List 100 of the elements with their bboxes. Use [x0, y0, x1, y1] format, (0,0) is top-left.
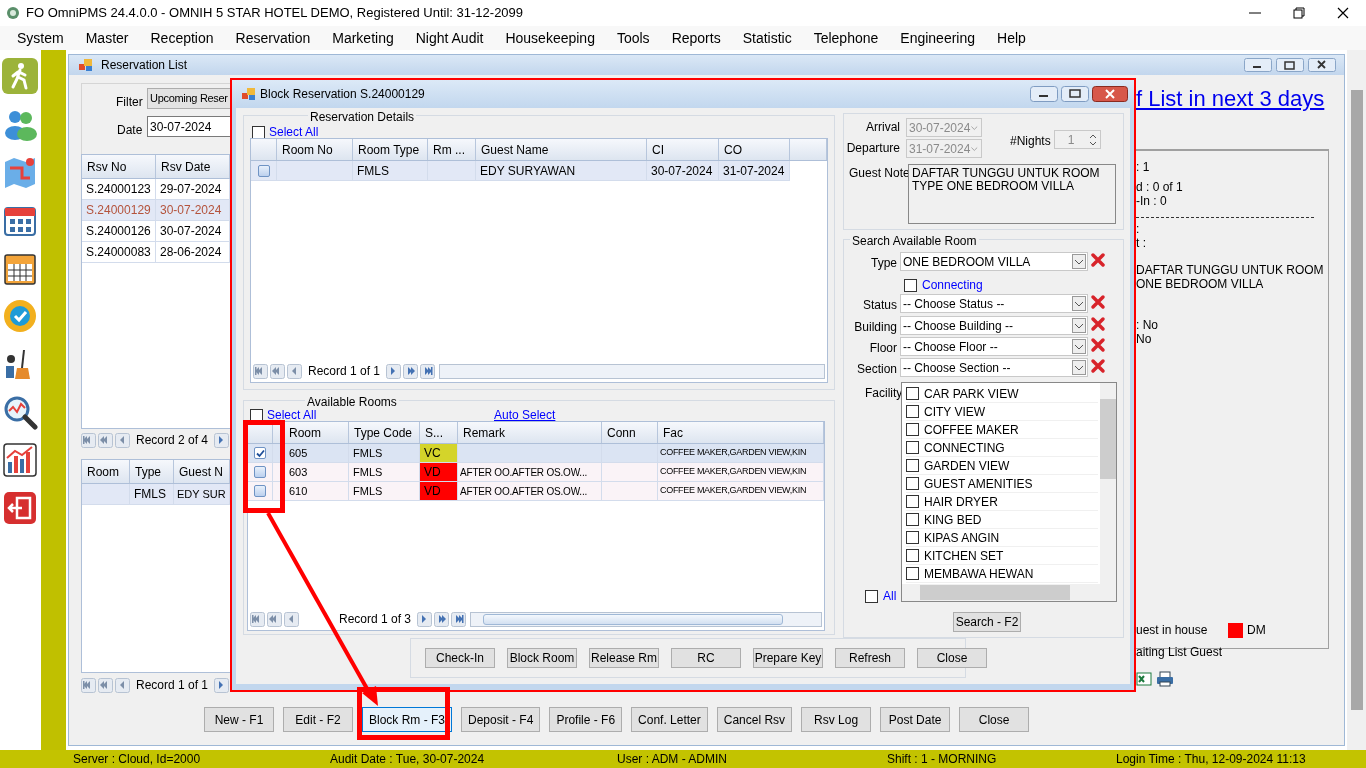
button[interactable]: Release Rm: [589, 648, 659, 668]
dropdown[interactable]: -- Choose Building --: [900, 316, 1088, 335]
checkbox[interactable]: [906, 459, 919, 472]
dropdown[interactable]: -- Choose Status --: [900, 294, 1088, 313]
first-page-icon[interactable]: [250, 611, 265, 627]
previous-page-icon[interactable]: [267, 611, 282, 627]
checkbox[interactable]: [257, 164, 270, 177]
button[interactable]: Profile - F6: [549, 707, 623, 732]
menu-item[interactable]: Statistic: [733, 27, 801, 49]
clear-icon[interactable]: [1090, 358, 1106, 374]
button[interactable]: Cancel Rsv: [716, 707, 793, 732]
menu-item[interactable]: Telephone: [804, 27, 888, 49]
column-header[interactable]: Rsv Date: [156, 155, 230, 178]
clear-icon[interactable]: [1090, 294, 1106, 310]
checkbox-label[interactable]: All: [883, 587, 897, 605]
link[interactable]: Auto Select: [494, 406, 556, 424]
button[interactable]: Close: [917, 648, 987, 668]
previous-icon[interactable]: [287, 363, 302, 379]
filter-dropdown[interactable]: Upcoming Reser: [147, 88, 231, 109]
column-header[interactable]: Guest Name: [476, 139, 647, 160]
table-row[interactable]: S.24000129 30-07-2024: [82, 200, 230, 221]
button[interactable]: Close: [959, 707, 1030, 732]
next-icon[interactable]: [417, 611, 433, 627]
previous-icon[interactable]: [115, 432, 130, 448]
button[interactable]: Prepare Key: [753, 648, 823, 668]
table-row[interactable]: 610 FMLS VD AFTER OO.AFTER OS.OW... COFFEE MAKER,GARDEN VIEW,KIN: [248, 482, 824, 501]
next-page-icon[interactable]: [434, 611, 450, 627]
close-icon[interactable]: [1092, 86, 1128, 102]
horizontal-scrollbar[interactable]: [902, 584, 1116, 601]
menu-item[interactable]: Reports: [662, 27, 730, 49]
printer-icon[interactable]: [1156, 671, 1174, 687]
clear-icon[interactable]: [1090, 316, 1106, 332]
column-header[interactable]: Room: [273, 422, 349, 443]
checkbox[interactable]: [906, 405, 919, 418]
button[interactable]: Post Date: [880, 707, 951, 732]
next-icon[interactable]: [214, 432, 230, 448]
menu-item[interactable]: Marketing: [323, 27, 403, 49]
previous-page-icon[interactable]: [270, 363, 285, 379]
checkbox[interactable]: [906, 531, 919, 544]
button[interactable]: Check-In: [425, 648, 495, 668]
previous-page-icon[interactable]: [98, 432, 113, 448]
restore-icon[interactable]: [1290, 4, 1308, 22]
select-all-label[interactable]: Select All: [269, 123, 319, 141]
minimize-icon[interactable]: [1244, 58, 1272, 72]
next-icon[interactable]: [214, 677, 230, 693]
menu-item[interactable]: Master: [76, 27, 138, 49]
vertical-scrollbar[interactable]: [1100, 383, 1116, 585]
menu-item[interactable]: Reservation: [226, 27, 320, 49]
menu-item[interactable]: Night Audit: [406, 27, 493, 49]
checkbox[interactable]: [906, 477, 919, 490]
column-header[interactable]: CI: [647, 139, 719, 160]
checkbox[interactable]: [254, 466, 266, 478]
menu-item[interactable]: Housekeeping: [496, 27, 604, 49]
column-header[interactable]: S...: [420, 422, 458, 443]
column-header[interactable]: Rm ...: [428, 139, 476, 160]
dropdown[interactable]: ONE BEDROOM VILLA: [900, 252, 1088, 271]
dropdown[interactable]: -- Choose Section --: [900, 358, 1088, 377]
menu-item[interactable]: Help: [988, 27, 1035, 49]
first-page-icon[interactable]: [253, 363, 268, 379]
checkbox[interactable]: [906, 387, 919, 400]
menu-item[interactable]: Reception: [141, 27, 223, 49]
exit-icon[interactable]: [2, 490, 38, 526]
badge-check-icon[interactable]: [2, 298, 38, 334]
button[interactable]: Rsv Log: [801, 707, 872, 732]
checkbox[interactable]: [906, 423, 919, 436]
column-header[interactable]: Room: [82, 460, 130, 483]
checkbox[interactable]: [906, 441, 919, 454]
restore-icon[interactable]: [1061, 86, 1089, 102]
checkbox[interactable]: [865, 589, 878, 603]
previous-icon[interactable]: [284, 611, 299, 627]
checkbox[interactable]: [904, 278, 917, 292]
checkbox-label[interactable]: KING BED: [924, 510, 982, 529]
menu-item[interactable]: Engineering: [891, 27, 985, 49]
column-header[interactable]: Type Code: [349, 422, 420, 443]
guest-note-field[interactable]: DAFTAR TUNGGU UNTUK ROOM TYPE ONE BEDROOM VILLA: [908, 164, 1116, 224]
checkbox-label[interactable]: CONNECTING: [924, 438, 1005, 457]
column-header[interactable]: Rsv No: [82, 155, 156, 178]
next-icon[interactable]: [386, 363, 402, 379]
horizontal-scrollbar[interactable]: [439, 363, 825, 379]
previous-page-icon[interactable]: [98, 677, 113, 693]
menu-item[interactable]: System: [8, 27, 73, 49]
checkbox[interactable]: [254, 485, 266, 497]
table-row[interactable]: 605 FMLS VC COFFEE MAKER,GARDEN VIEW,KIN: [248, 444, 824, 463]
checkbox[interactable]: [906, 567, 919, 580]
checkbox-label[interactable]: COFFEE MAKER: [924, 420, 1019, 439]
menu-item[interactable]: Tools: [607, 27, 659, 49]
checkbox-label[interactable]: CAR PARK VIEW: [924, 384, 1019, 403]
table-row[interactable]: 603 FMLS VD AFTER OO.AFTER OS.OW... COFFEE MAKER,GARDEN VIEW,KIN: [248, 463, 824, 482]
table-row[interactable]: FMLS EDY SURYAWAN 30-07-2024 31-07-2024: [251, 161, 790, 181]
button[interactable]: Edit - F2: [283, 707, 353, 732]
scrollbar[interactable]: [1347, 50, 1366, 750]
button[interactable]: RC: [671, 648, 741, 668]
column-header[interactable]: Guest N: [174, 460, 230, 483]
clear-icon[interactable]: [1090, 252, 1106, 268]
button[interactable]: Block Rm - F3: [362, 707, 452, 732]
previous-icon[interactable]: [115, 677, 130, 693]
button[interactable]: Search - F2: [953, 612, 1021, 632]
last-page-icon[interactable]: [420, 363, 436, 379]
checkbox[interactable]: [252, 125, 265, 139]
column-header[interactable]: Fac: [658, 422, 824, 443]
